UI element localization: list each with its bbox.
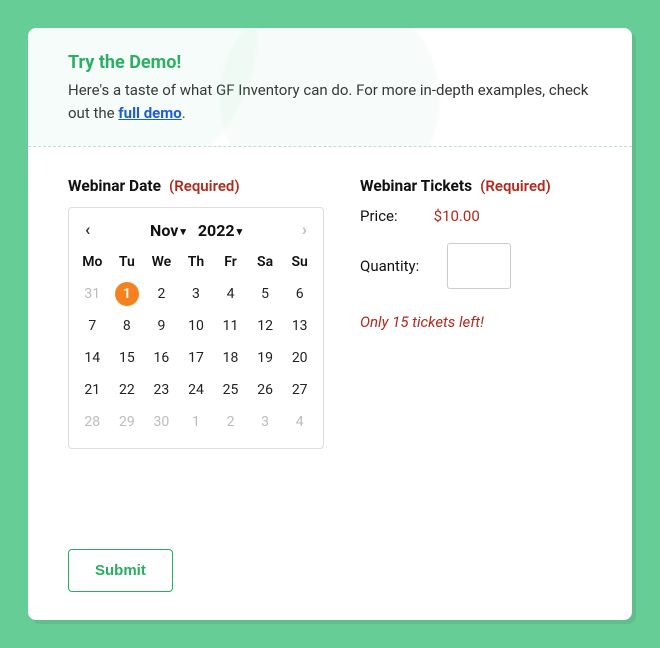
calendar-weekday: Tu [110,250,145,278]
calendar-month-select[interactable]: Nov ▾ [150,221,186,240]
calendar-weekday: We [144,250,179,278]
tickets-field-label: Webinar Tickets (Required) [360,177,592,195]
calendar-day[interactable]: 10 [179,310,214,342]
calendar-day[interactable]: 21 [75,374,110,406]
calendar-day[interactable]: 24 [179,374,214,406]
calendar-day[interactable]: 3 [179,278,214,310]
quantity-row: Quantity: [360,243,592,289]
calendar-day[interactable]: 4 [282,406,317,438]
calendar-day[interactable]: 1 [179,406,214,438]
demo-card: Try the Demo! Here's a taste of what GF … [28,28,632,620]
tickets-column: Webinar Tickets (Required) Price: $10.00… [360,177,592,449]
calendar-weekday: Fr [213,250,248,278]
price-label: Price: [360,207,398,225]
calendar-day[interactable]: 1 [110,278,145,310]
price-value: $10.00 [434,207,480,225]
quantity-label: Quantity: [360,257,419,275]
calendar-day[interactable]: 5 [248,278,283,310]
calendar-day[interactable]: 7 [75,310,110,342]
calendar-day[interactable]: 22 [110,374,145,406]
calendar-day[interactable]: 16 [144,342,179,374]
chevron-down-icon: ▾ [237,225,243,238]
calendar-grid: MoTuWeThFrSaSu 3112345678910111213141516… [75,250,317,438]
intro-section: Try the Demo! Here's a taste of what GF … [28,28,632,147]
quantity-input[interactable] [447,243,511,289]
date-column: Webinar Date (Required) ‹ Nov ▾ 2022 ▾ [68,177,324,449]
intro-text-after: . [182,104,186,122]
calendar-day[interactable]: 14 [75,342,110,374]
calendar-day[interactable]: 3 [248,406,283,438]
calendar-day[interactable]: 23 [144,374,179,406]
calendar-month-text: Nov [150,221,178,240]
calendar-title: Nov ▾ 2022 ▾ [150,221,242,240]
calendar-day[interactable]: 15 [110,342,145,374]
date-required: (Required) [169,177,240,195]
calendar-weekday: Su [282,250,317,278]
calendar-day[interactable]: 28 [75,406,110,438]
calendar-next-button[interactable]: › [298,220,311,240]
full-demo-link[interactable]: full demo [118,104,181,122]
calendar-day[interactable]: 29 [110,406,145,438]
calendar-day[interactable]: 26 [248,374,283,406]
calendar-prev-button[interactable]: ‹ [81,220,94,240]
form-content: Webinar Date (Required) ‹ Nov ▾ 2022 ▾ [28,147,632,449]
calendar-day[interactable]: 27 [282,374,317,406]
calendar-day[interactable]: 8 [110,310,145,342]
intro-title: Try the Demo! [68,52,592,73]
calendar-day[interactable]: 9 [144,310,179,342]
date-label-text: Webinar Date [68,177,161,195]
calendar-day[interactable]: 19 [248,342,283,374]
intro-text: Here's a taste of what GF Inventory can … [68,79,592,124]
calendar-weekday: Sa [248,250,283,278]
calendar-day[interactable]: 2 [213,406,248,438]
form-footer: Submit [68,549,173,592]
calendar-day[interactable]: 31 [75,278,110,310]
calendar-day[interactable]: 2 [144,278,179,310]
calendar-day[interactable]: 18 [213,342,248,374]
calendar-year-select[interactable]: 2022 ▾ [198,221,242,240]
calendar: ‹ Nov ▾ 2022 ▾ › MoTuWeThFrSaSu [68,207,324,449]
calendar-day[interactable]: 6 [282,278,317,310]
calendar-day[interactable]: 11 [213,310,248,342]
price-row: Price: $10.00 [360,207,592,225]
date-field-label: Webinar Date (Required) [68,177,324,195]
calendar-day[interactable]: 30 [144,406,179,438]
tickets-required: (Required) [480,177,551,195]
submit-button[interactable]: Submit [68,549,173,592]
calendar-day[interactable]: 17 [179,342,214,374]
calendar-day[interactable]: 13 [282,310,317,342]
calendar-header: ‹ Nov ▾ 2022 ▾ › [75,216,317,250]
calendar-day[interactable]: 12 [248,310,283,342]
chevron-down-icon: ▾ [180,225,186,238]
tickets-label-text: Webinar Tickets [360,177,472,195]
calendar-weekday: Mo [75,250,110,278]
calendar-day[interactable]: 4 [213,278,248,310]
calendar-year-text: 2022 [198,221,235,240]
stock-message: Only 15 tickets left! [360,313,592,331]
calendar-day[interactable]: 25 [213,374,248,406]
calendar-weekday: Th [179,250,214,278]
calendar-day[interactable]: 20 [282,342,317,374]
